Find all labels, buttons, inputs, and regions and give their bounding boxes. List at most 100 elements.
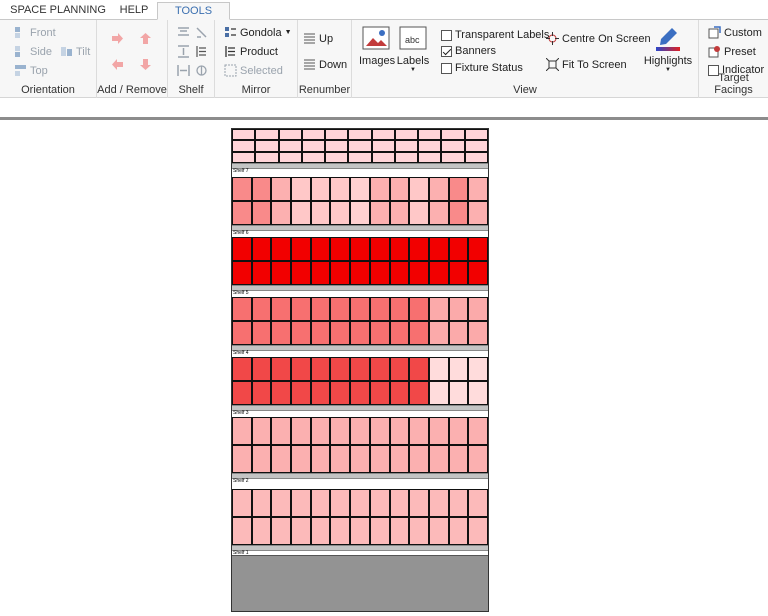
product-facing[interactable] xyxy=(441,140,465,152)
mirror-product-button[interactable]: Product xyxy=(224,45,278,58)
renumber-up-button[interactable]: Up xyxy=(303,32,333,45)
labels-button[interactable]: abc Labels ▼ xyxy=(396,26,430,73)
product-facing[interactable] xyxy=(255,140,279,152)
product-facing[interactable] xyxy=(330,381,351,405)
product-facing[interactable] xyxy=(330,297,351,321)
custom-button[interactable]: Custom xyxy=(708,26,762,39)
product-facing[interactable] xyxy=(291,237,311,261)
product-facing[interactable] xyxy=(291,297,311,321)
shelf-fixture[interactable] xyxy=(232,345,488,351)
product-facing[interactable] xyxy=(409,489,429,517)
product-facing[interactable] xyxy=(330,445,351,473)
product-facing[interactable] xyxy=(464,129,488,141)
transparent-labels-check[interactable] xyxy=(441,29,452,41)
product-facing[interactable] xyxy=(232,177,252,201)
product-facing[interactable] xyxy=(330,517,351,545)
product-facing[interactable] xyxy=(251,381,272,405)
shelf-fixture[interactable] xyxy=(232,473,488,479)
product-facing[interactable] xyxy=(448,297,469,321)
product-facing[interactable] xyxy=(310,381,331,405)
product-facing[interactable] xyxy=(310,201,331,225)
product-facing[interactable] xyxy=(369,489,390,517)
product-facing[interactable] xyxy=(271,445,292,473)
product-facing[interactable] xyxy=(251,445,272,473)
add-up-button[interactable] xyxy=(139,32,152,45)
product-facing[interactable] xyxy=(330,321,351,345)
product-facing[interactable] xyxy=(448,177,469,201)
product-facing[interactable] xyxy=(418,129,442,141)
shelf-fixture[interactable] xyxy=(232,405,488,411)
product-facing[interactable] xyxy=(310,177,331,201)
product-facing[interactable] xyxy=(350,417,370,445)
product-facing[interactable] xyxy=(464,140,488,152)
product-facing[interactable] xyxy=(389,517,410,545)
product-facing[interactable] xyxy=(389,297,410,321)
product-facing[interactable] xyxy=(271,237,292,261)
product-facing[interactable] xyxy=(409,297,429,321)
product-facing[interactable] xyxy=(232,201,252,225)
product-facing[interactable] xyxy=(371,129,395,141)
product-facing[interactable] xyxy=(389,177,410,201)
product-facing[interactable] xyxy=(348,140,372,152)
product-facing[interactable] xyxy=(232,381,252,405)
product-facing[interactable] xyxy=(409,517,429,545)
product-facing[interactable] xyxy=(271,381,292,405)
centre-on-screen-button[interactable]: Centre On Screen xyxy=(546,32,651,45)
product-facing[interactable] xyxy=(291,517,311,545)
planogram-gondola[interactable]: Shelf 7 Shelf 6 Shelf 5 Shelf 4 Shelf 3 Shelf… xyxy=(231,128,489,612)
product-facing[interactable] xyxy=(330,489,351,517)
product-facing[interactable] xyxy=(468,417,488,445)
product-facing[interactable] xyxy=(394,151,419,163)
product-facing[interactable] xyxy=(428,297,449,321)
product-facing[interactable] xyxy=(310,489,331,517)
product-facing[interactable] xyxy=(271,489,292,517)
product-facing[interactable] xyxy=(291,357,311,381)
product-facing[interactable] xyxy=(409,445,429,473)
mirror-selected-button[interactable]: Selected xyxy=(224,64,283,77)
product-facing[interactable] xyxy=(232,517,252,545)
product-facing[interactable] xyxy=(428,517,449,545)
product-facing[interactable] xyxy=(468,445,488,473)
product-facing[interactable] xyxy=(330,201,351,225)
product-facing[interactable] xyxy=(251,237,272,261)
product-facing[interactable] xyxy=(371,140,395,152)
product-facing[interactable] xyxy=(428,321,449,345)
product-facing[interactable] xyxy=(350,381,370,405)
product-facing[interactable] xyxy=(330,357,351,381)
fit-to-screen-button[interactable]: Fit To Screen xyxy=(546,58,627,71)
product-facing[interactable] xyxy=(330,417,351,445)
tab-help[interactable]: HELP xyxy=(112,2,156,20)
product-facing[interactable] xyxy=(350,297,370,321)
mirror-gondola-dropdown[interactable]: Gondola ▼ xyxy=(224,26,292,39)
product-facing[interactable] xyxy=(325,151,349,163)
preset-button[interactable]: Preset xyxy=(708,45,756,58)
product-facing[interactable] xyxy=(232,445,252,473)
product-facing[interactable] xyxy=(232,261,252,285)
product-facing[interactable] xyxy=(468,177,488,201)
product-facing[interactable] xyxy=(232,357,252,381)
shelf-fixture[interactable] xyxy=(232,545,488,551)
product-facing[interactable] xyxy=(369,321,390,345)
product-facing[interactable] xyxy=(291,417,311,445)
product-facing[interactable] xyxy=(291,489,311,517)
product-facing[interactable] xyxy=(428,177,449,201)
product-facing[interactable] xyxy=(468,201,488,225)
product-facing[interactable] xyxy=(350,261,370,285)
product-facing[interactable] xyxy=(325,140,349,152)
product-facing[interactable] xyxy=(350,489,370,517)
product-facing[interactable] xyxy=(409,177,429,201)
product-facing[interactable] xyxy=(291,381,311,405)
product-facing[interactable] xyxy=(330,261,351,285)
product-facing[interactable] xyxy=(448,517,469,545)
product-facing[interactable] xyxy=(271,357,292,381)
shelf-space-horizontal-button[interactable] xyxy=(177,64,190,77)
product-facing[interactable] xyxy=(271,261,292,285)
product-facing[interactable] xyxy=(310,445,331,473)
product-facing[interactable] xyxy=(371,151,395,163)
shelf-distribute-button[interactable] xyxy=(195,26,208,39)
product-facing[interactable] xyxy=(251,177,272,201)
product-facing[interactable] xyxy=(350,321,370,345)
product-facing[interactable] xyxy=(441,129,465,141)
product-facing[interactable] xyxy=(271,201,292,225)
product-facing[interactable] xyxy=(251,261,272,285)
